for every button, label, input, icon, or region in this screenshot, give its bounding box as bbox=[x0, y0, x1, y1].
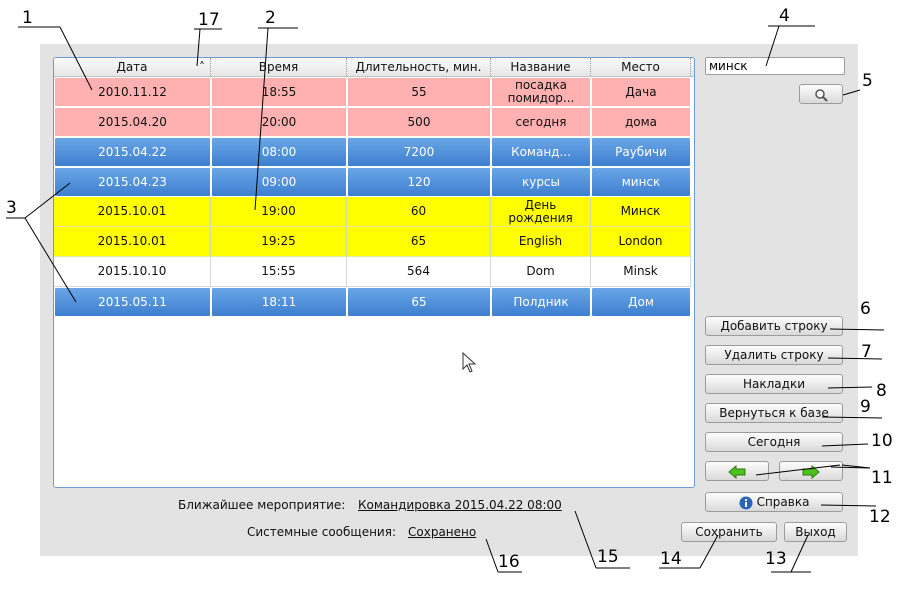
table-cell[interactable]: 2015.04.20 bbox=[54, 107, 211, 137]
table-cell[interactable]: 2010.11.12 bbox=[54, 77, 211, 107]
annotation-13: 13 bbox=[765, 549, 787, 569]
table-cell[interactable]: Дача bbox=[591, 77, 691, 107]
table-cell[interactable]: 7200 bbox=[347, 137, 491, 167]
events-table[interactable]: Дата ˄ Время Длительность, мин. Название Мест… bbox=[53, 57, 695, 488]
table-row[interactable]: 2015.05.11 18:11 65 Полдник Дом bbox=[54, 287, 694, 317]
table-cell[interactable]: Minsk bbox=[591, 257, 691, 287]
table-cell[interactable]: посадка помидор... bbox=[491, 77, 591, 107]
system-messages-label: Системные сообщения: bbox=[247, 525, 396, 539]
table-cell[interactable]: 09:00 bbox=[211, 167, 347, 197]
system-messages-value: Сохранено bbox=[408, 525, 477, 539]
table-cell[interactable]: 564 bbox=[347, 257, 491, 287]
bookmarks-button[interactable]: Накладки bbox=[705, 374, 843, 394]
prev-button[interactable] bbox=[705, 461, 769, 481]
annotation-12: 12 bbox=[869, 507, 891, 527]
search-input[interactable]: минск bbox=[705, 57, 845, 75]
table-cell[interactable]: курсы bbox=[491, 167, 591, 197]
annotation-17: 17 bbox=[198, 10, 220, 30]
table-cell[interactable]: 18:55 bbox=[211, 77, 347, 107]
table-header: Дата ˄ Время Длительность, мин. Название Мест… bbox=[54, 58, 694, 77]
table-cell[interactable]: 2015.04.22 bbox=[54, 137, 211, 167]
table-cell[interactable]: сегодня bbox=[491, 107, 591, 137]
table-cell[interactable]: 19:00 bbox=[211, 197, 347, 227]
back-to-db-button[interactable]: Вернуться к базе bbox=[705, 403, 843, 423]
table-row[interactable]: 2015.10.10 15:55 564 Dom Minsk bbox=[54, 257, 694, 287]
next-button[interactable] bbox=[779, 461, 843, 481]
table-cell[interactable]: Минск bbox=[591, 197, 691, 227]
annotation-4: 4 bbox=[779, 6, 790, 26]
table-cell[interactable]: 08:00 bbox=[211, 137, 347, 167]
table-cell[interactable]: 2015.10.10 bbox=[54, 257, 211, 287]
table-row[interactable]: 2015.10.01 19:25 65 English London bbox=[54, 227, 694, 257]
table-cell[interactable]: 2015.04.23 bbox=[54, 167, 211, 197]
mouse-pointer-icon bbox=[462, 352, 477, 373]
table-cell[interactable]: 60 bbox=[347, 197, 491, 227]
table-cell[interactable]: English bbox=[491, 227, 591, 257]
table-cell[interactable]: 2015.10.01 bbox=[54, 227, 211, 257]
table-row[interactable]: 2010.11.12 18:55 55 посадка помидор... Дача bbox=[54, 77, 694, 107]
green-arrow-right-icon bbox=[802, 464, 820, 479]
table-cell[interactable]: минск bbox=[591, 167, 691, 197]
magnifier-icon bbox=[815, 88, 828, 102]
table-cell[interactable]: День рождения bbox=[491, 197, 591, 227]
annotation-1: 1 bbox=[22, 8, 33, 28]
annotation-11: 11 bbox=[871, 468, 893, 488]
table-cell[interactable]: Dom bbox=[491, 257, 591, 287]
info-icon bbox=[739, 496, 753, 509]
search-button[interactable] bbox=[799, 84, 843, 104]
column-header[interactable]: Длительность, мин. bbox=[347, 58, 491, 76]
table-cell[interactable]: 19:25 bbox=[211, 227, 347, 257]
table-cell[interactable]: London bbox=[591, 227, 691, 257]
delete-row-button[interactable]: Удалить строку bbox=[705, 345, 843, 365]
table-row[interactable]: 2015.10.01 19:00 60 День рождения Минск bbox=[54, 197, 694, 227]
table-cell[interactable]: 500 bbox=[347, 107, 491, 137]
table-row[interactable]: 2015.04.20 20:00 500 сегодня дома bbox=[54, 107, 694, 137]
table-cell[interactable]: 18:11 bbox=[211, 287, 347, 317]
table-cell[interactable]: 2015.05.11 bbox=[54, 287, 211, 317]
help-button-label: Справка bbox=[756, 495, 810, 509]
today-button[interactable]: Сегодня bbox=[705, 432, 843, 452]
table-cell[interactable]: Команд... bbox=[491, 137, 591, 167]
exit-button[interactable]: Выход bbox=[784, 522, 847, 542]
annotation-8: 8 bbox=[876, 381, 887, 401]
annotation-2: 2 bbox=[265, 8, 276, 28]
table-cell[interactable]: 120 bbox=[347, 167, 491, 197]
annotation-3: 3 bbox=[6, 198, 17, 218]
annotation-16: 16 bbox=[498, 552, 520, 572]
table-cell[interactable]: 65 bbox=[347, 227, 491, 257]
annotation-5: 5 bbox=[862, 71, 873, 91]
annotation-14: 14 bbox=[660, 549, 682, 569]
column-header[interactable]: Время bbox=[211, 58, 347, 76]
table-cell[interactable]: 20:00 bbox=[211, 107, 347, 137]
next-event-link[interactable]: Командировка 2015.04.22 08:00 bbox=[358, 498, 562, 512]
annotation-10: 10 bbox=[871, 431, 893, 451]
table-row[interactable]: 2015.04.23 09:00 120 курсы минск bbox=[54, 167, 694, 197]
save-button[interactable]: Сохранить bbox=[681, 522, 777, 542]
table-cell[interactable]: Полдник bbox=[491, 287, 591, 317]
table-cell[interactable]: дома bbox=[591, 107, 691, 137]
add-row-button[interactable]: Добавить строку bbox=[705, 316, 843, 336]
annotation-15: 15 bbox=[597, 547, 619, 567]
green-arrow-left-icon bbox=[728, 464, 746, 479]
table-cell[interactable]: 15:55 bbox=[211, 257, 347, 287]
annotation-9: 9 bbox=[860, 397, 871, 417]
annotation-6: 6 bbox=[860, 299, 871, 319]
table-cell[interactable]: Раубичи bbox=[591, 137, 691, 167]
sort-ascending-icon[interactable]: ˄ bbox=[199, 58, 205, 76]
column-header[interactable]: Дата ˄ bbox=[54, 58, 211, 76]
help-button[interactable]: Справка bbox=[705, 492, 843, 512]
column-header[interactable]: Название bbox=[491, 58, 591, 76]
next-event-label: Ближайшее мероприятие: bbox=[178, 498, 346, 512]
table-cell[interactable]: 65 bbox=[347, 287, 491, 317]
annotation-7: 7 bbox=[861, 342, 872, 362]
column-header[interactable]: Место bbox=[591, 58, 691, 76]
table-cell[interactable]: 55 bbox=[347, 77, 491, 107]
table-row[interactable]: 2015.04.22 08:00 7200 Команд... Раубичи bbox=[54, 137, 694, 167]
table-cell[interactable]: Дом bbox=[591, 287, 691, 317]
table-cell[interactable]: 2015.10.01 bbox=[54, 197, 211, 227]
